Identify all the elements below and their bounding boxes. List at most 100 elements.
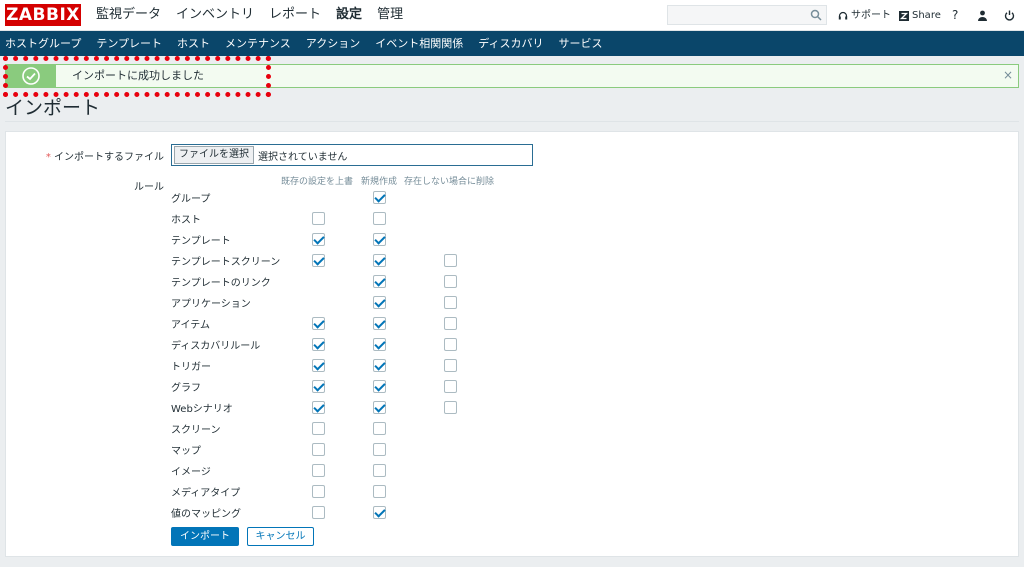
import-button[interactable]: インポート [171, 527, 239, 546]
check-circle-icon [22, 67, 40, 85]
rule-create-checkbox[interactable] [373, 233, 386, 246]
rule-create-checkbox[interactable] [373, 485, 386, 498]
menu-configuration[interactable]: 設定 [336, 0, 362, 31]
rule-label: テンプレートスクリーン [171, 257, 281, 268]
col-delete-missing: 存在しない場合に削除 [404, 177, 495, 187]
logout-button[interactable] [1004, 0, 1018, 31]
rule-label: メディアタイプ [171, 488, 241, 499]
success-message: インポートに成功しました × [5, 64, 1019, 88]
rule-update-checkbox[interactable] [312, 338, 325, 351]
rule-update-checkbox[interactable] [312, 254, 325, 267]
search-input[interactable] [668, 8, 806, 27]
submenu-hosts[interactable]: ホスト [177, 31, 210, 56]
rule-create-checkbox[interactable] [373, 506, 386, 519]
rule-delete-checkbox[interactable] [444, 338, 457, 351]
rule-update-checkbox[interactable] [312, 464, 325, 477]
rule-label: ディスカバリルール [171, 341, 261, 352]
menu-reports[interactable]: レポート [269, 0, 321, 31]
rule-delete-checkbox[interactable] [444, 359, 457, 372]
cancel-button[interactable]: キャンセル [247, 527, 314, 546]
rule-label: テンプレート [171, 236, 231, 247]
help-icon: ? [952, 8, 959, 22]
search-icon[interactable] [810, 9, 822, 21]
rule-delete-checkbox[interactable] [444, 401, 457, 414]
submenu-actions[interactable]: アクション [306, 31, 360, 56]
rule-label: グラフ [171, 383, 201, 394]
support-label: サポート [851, 10, 891, 21]
rule-create-checkbox[interactable] [373, 380, 386, 393]
rule-create-checkbox[interactable] [373, 254, 386, 267]
rule-update-checkbox[interactable] [312, 233, 325, 246]
rule-create-checkbox[interactable] [373, 296, 386, 309]
rule-update-checkbox[interactable] [312, 443, 325, 456]
rule-delete-checkbox[interactable] [444, 296, 457, 309]
rule-create-checkbox[interactable] [373, 359, 386, 372]
close-icon[interactable]: × [1003, 65, 1013, 85]
rule-label: トリガー [171, 362, 211, 373]
submenu-correlation[interactable]: イベント相関関係 [375, 31, 463, 56]
sub-menu: ホストグループ テンプレート ホスト メンテナンス アクション イベント相関関係… [0, 31, 1024, 56]
file-input[interactable]: ファイルを選択 選択されていません [171, 144, 533, 166]
rule-create-checkbox[interactable] [373, 422, 386, 435]
choose-file-button[interactable]: ファイルを選択 [174, 146, 254, 164]
rule-update-checkbox[interactable] [312, 506, 325, 519]
submenu-templates[interactable]: テンプレート [96, 31, 162, 56]
rule-create-checkbox[interactable] [373, 338, 386, 351]
rule-label: Webシナリオ [171, 404, 233, 415]
rule-update-checkbox[interactable] [312, 401, 325, 414]
top-bar: ZABBIX 監視データ インベントリ レポート 設定 管理 サポート Shar… [0, 0, 1024, 31]
main-menu: 監視データ インベントリ レポート 設定 管理 [96, 0, 418, 31]
rule-delete-checkbox[interactable] [444, 254, 457, 267]
col-update-existing: 既存の設定を上書 [281, 177, 354, 187]
menu-monitoring[interactable]: 監視データ [96, 0, 161, 31]
rule-label: グループ [171, 194, 211, 205]
share-link[interactable]: Share [899, 0, 941, 31]
success-message-text: インポートに成功しました [72, 69, 204, 82]
search-box [667, 5, 827, 27]
rule-create-checkbox[interactable] [373, 212, 386, 225]
rule-create-checkbox[interactable] [373, 464, 386, 477]
rule-update-checkbox[interactable] [312, 422, 325, 435]
rule-update-checkbox[interactable] [312, 317, 325, 330]
import-form-panel [5, 131, 1019, 557]
power-icon [1004, 10, 1015, 21]
rule-label: イメージ [171, 467, 211, 478]
title-divider [5, 121, 1019, 122]
support-link[interactable]: サポート [838, 0, 891, 31]
rule-update-checkbox[interactable] [312, 380, 325, 393]
rule-label: スクリーン [171, 425, 221, 436]
rule-delete-checkbox[interactable] [444, 275, 457, 288]
rule-update-checkbox[interactable] [312, 359, 325, 372]
submenu-hostgroups[interactable]: ホストグループ [5, 31, 81, 56]
rule-create-checkbox[interactable] [373, 401, 386, 414]
help-button[interactable]: ? [952, 0, 958, 31]
rules-label: ルール [134, 182, 164, 193]
rule-label: アプリケーション [171, 299, 251, 310]
rule-create-checkbox[interactable] [373, 191, 386, 204]
required-mark: * [45, 152, 54, 163]
col-create-new: 新規作成 [361, 177, 398, 187]
rule-label: 値のマッピング [171, 509, 241, 520]
submenu-discovery[interactable]: ディスカバリ [478, 31, 543, 56]
file-label-text: インポートするファイル [54, 152, 164, 163]
rule-update-checkbox[interactable] [312, 212, 325, 225]
user-icon [978, 10, 987, 21]
submenu-services[interactable]: サービス [558, 31, 602, 56]
rule-label: ホスト [171, 215, 201, 226]
menu-inventory[interactable]: インベントリ [176, 0, 254, 31]
rule-create-checkbox[interactable] [373, 317, 386, 330]
menu-administration[interactable]: 管理 [377, 0, 403, 31]
rule-label: アイテム [171, 320, 210, 331]
rule-label: マップ [171, 446, 201, 457]
rule-delete-checkbox[interactable] [444, 380, 457, 393]
share-label: Share [912, 10, 941, 21]
submenu-maintenance[interactable]: メンテナンス [225, 31, 291, 56]
share-z-icon [899, 10, 909, 21]
rule-create-checkbox[interactable] [373, 275, 386, 288]
profile-button[interactable] [977, 0, 991, 31]
zabbix-logo[interactable]: ZABBIX [5, 4, 81, 26]
rule-update-checkbox[interactable] [312, 485, 325, 498]
rule-create-checkbox[interactable] [373, 443, 386, 456]
rule-delete-checkbox[interactable] [444, 317, 457, 330]
file-label: * インポートするファイル [40, 148, 164, 163]
